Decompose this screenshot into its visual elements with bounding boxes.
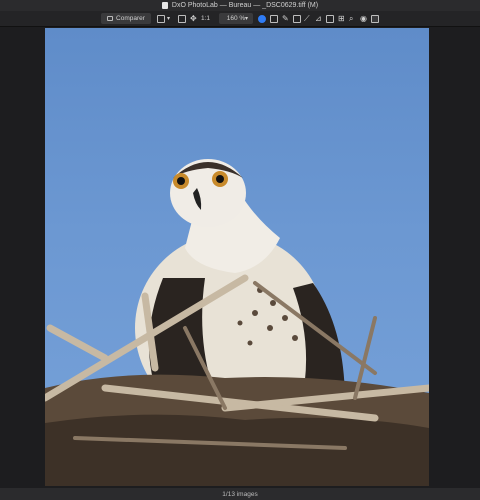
title-bar: DxO PhotoLab — Bureau — _DSC0629.tiff (M… — [0, 0, 480, 11]
perspective-tool[interactable]: ⊿ — [315, 13, 322, 24]
repair-icon — [293, 14, 301, 23]
folder-icon — [178, 14, 186, 23]
zoom-chevron[interactable]: ▾ — [245, 13, 248, 24]
preview-toggle[interactable]: ◉ — [360, 13, 367, 24]
compare-button[interactable]: Comparer — [101, 13, 151, 24]
zoom-value: 160 % — [226, 15, 246, 22]
ratio-button[interactable]: 1:1 — [201, 13, 210, 24]
move-icon: ✥ — [190, 14, 197, 23]
chevron-down-icon: ▾ — [245, 16, 249, 22]
layout-icon — [157, 14, 165, 23]
perspective-icon: ⊿ — [315, 14, 322, 23]
white-balance-tool[interactable] — [270, 13, 278, 24]
image-count: 1/13 images — [222, 490, 258, 498]
exposure-toggle[interactable] — [371, 13, 379, 24]
repair-tool[interactable] — [293, 13, 301, 24]
toolbar: Comparer ▾ ✥ 1:1 160 % ▾ ✎ ⟋ ⊿ ⊞ ⌕ ◉ — [0, 11, 480, 27]
document-icon — [161, 2, 168, 9]
mask-tool[interactable]: ⊞ — [338, 13, 345, 24]
folder-button[interactable] — [178, 13, 186, 24]
nest-shadow — [45, 414, 429, 486]
local-adjust-tool[interactable] — [326, 13, 334, 24]
move-button[interactable]: ✥ — [190, 13, 197, 24]
brush-tool[interactable]: ⌕ — [349, 13, 353, 24]
image-viewport — [0, 27, 480, 488]
ratio-label: 1:1 — [201, 15, 211, 22]
eyedropper-icon: ✎ — [282, 14, 289, 23]
window-title: DxO PhotoLab — Bureau — _DSC0629.tiff (M… — [171, 2, 319, 9]
compare-label: Comparer — [116, 15, 145, 22]
horizon-tool[interactable]: ⟋ — [304, 13, 310, 24]
horizon-icon: ⟋ — [304, 13, 310, 23]
eye-icon: ◉ — [360, 14, 367, 23]
local-adjust-icon — [326, 14, 334, 23]
bird-head — [170, 159, 246, 227]
osprey-photo — [45, 159, 429, 486]
crop-icon — [258, 14, 266, 23]
chevron-down-icon: ▾ — [167, 16, 171, 22]
layout-menu[interactable]: ▾ — [157, 13, 170, 24]
status-bar: 1/13 images — [0, 488, 480, 500]
brush-icon: ⌕ — [349, 13, 354, 23]
compare-icon — [107, 16, 114, 21]
eyedropper-tool[interactable]: ✎ — [282, 13, 289, 24]
photo-canvas[interactable] — [45, 28, 429, 486]
exposure-icon — [371, 14, 379, 23]
mask-icon: ⊞ — [338, 14, 345, 23]
crop-tool[interactable] — [258, 13, 266, 24]
white-balance-icon — [270, 14, 278, 23]
